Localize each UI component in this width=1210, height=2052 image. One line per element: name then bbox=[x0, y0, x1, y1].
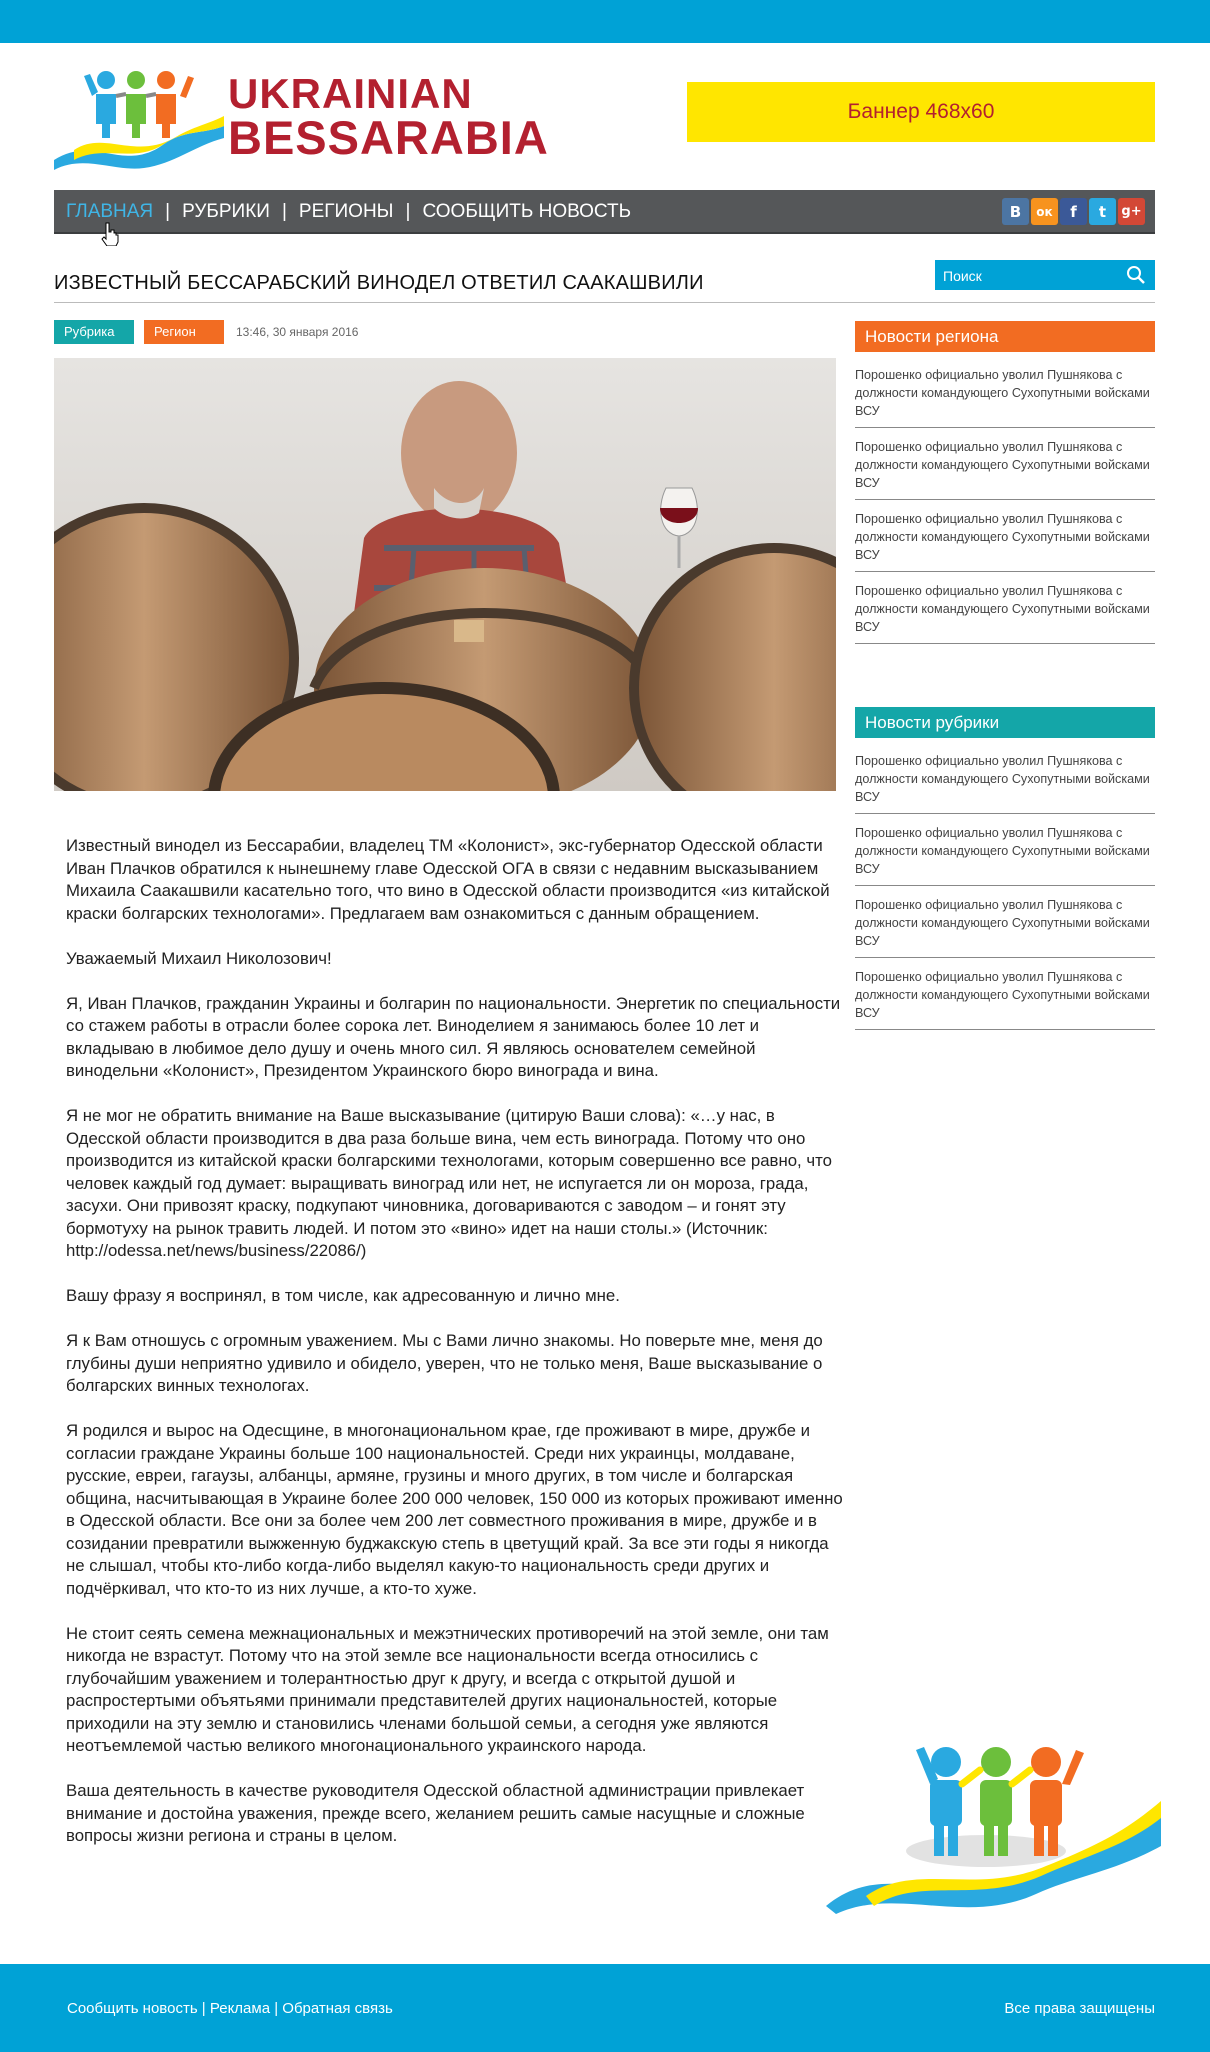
news-item[interactable]: Порошенко официально уволил Пушнякова с … bbox=[855, 510, 1155, 572]
title-divider bbox=[54, 302, 1155, 303]
region-tag[interactable]: Регион bbox=[144, 320, 224, 344]
news-item[interactable]: Порошенко официально уволил Пушнякова с … bbox=[855, 582, 1155, 644]
odnoklassniki-icon[interactable]: ок bbox=[1031, 198, 1058, 225]
footer-separator: | bbox=[197, 2000, 210, 2017]
people-emblem-icon bbox=[826, 1747, 1161, 1914]
article-paragraph: Я, Иван Плачков, гражданин Украины и бол… bbox=[66, 993, 841, 1081]
article-paragraph: Я родился и вырос на Одесщине, в многона… bbox=[66, 1421, 843, 1598]
footer-link-report-news[interactable]: Сообщить новость bbox=[67, 2000, 198, 2017]
logo-line2: BESSARABIA bbox=[228, 111, 549, 164]
logo-wordmark: UKRAINIAN BESSARABIA bbox=[228, 70, 549, 164]
footer-link-feedback[interactable]: Обратная связь bbox=[282, 2000, 393, 2017]
nav-separator: | bbox=[165, 201, 171, 222]
ad-banner-label: Баннер 468x60 bbox=[847, 100, 995, 123]
main-navbar: Главная | Рубрики | Регионы | Сообщить н… bbox=[54, 190, 1155, 234]
article-photo bbox=[54, 358, 836, 791]
logo-line1: UKRAINIAN bbox=[228, 70, 473, 117]
hand-cursor-icon bbox=[101, 222, 119, 246]
article-paragraph: Известный винодел из Бессарабии, владеле… bbox=[66, 836, 830, 923]
vk-icon[interactable]: В bbox=[1002, 198, 1029, 225]
social-links: В ок f t g+ bbox=[1002, 198, 1145, 225]
nav-item-regions[interactable]: Регионы bbox=[299, 201, 394, 223]
nav-item-home[interactable]: Главная bbox=[66, 201, 153, 223]
sidebar-rubric-news: Новости рубрики Порошенко официально уво… bbox=[855, 707, 1155, 1040]
nav-item-report-news[interactable]: Сообщить новость bbox=[422, 201, 631, 223]
news-item[interactable]: Порошенко официально уволил Пушнякова с … bbox=[855, 968, 1155, 1030]
region-news-heading: Новости региона bbox=[855, 321, 1155, 352]
footer-rights: Все права защищены bbox=[1004, 2000, 1155, 2017]
facebook-icon[interactable]: f bbox=[1060, 198, 1087, 225]
article-paragraph: Я к Вам отношусь с огромным уважением. М… bbox=[66, 1331, 823, 1395]
article-paragraph: Не стоит сеять семена межнациональных и … bbox=[66, 1623, 829, 1756]
footer-links: Сообщить новость | Реклама | Обратная св… bbox=[67, 2000, 393, 2017]
rubric-news-heading: Новости рубрики bbox=[855, 707, 1155, 738]
search-icon[interactable] bbox=[1125, 264, 1147, 286]
google-plus-icon[interactable]: g+ bbox=[1118, 198, 1145, 225]
sidebar-region-news: Новости региона Порошенко официально уво… bbox=[855, 321, 1155, 654]
news-item[interactable]: Порошенко официально уволил Пушнякова с … bbox=[855, 438, 1155, 500]
rubric-tag[interactable]: Рубрика 1 bbox=[54, 320, 134, 363]
nav-separator: | bbox=[281, 201, 287, 222]
article-meta: Рубрика 1 Регион 13:46, 30 января 2016 bbox=[54, 320, 359, 363]
nav-separator: | bbox=[405, 201, 411, 222]
footer-link-advertising[interactable]: Реклама bbox=[210, 2000, 270, 2017]
rubric-news-list: Порошенко официально уволил Пушнякова с … bbox=[855, 752, 1155, 1030]
article-date: 13:46, 30 января 2016 bbox=[236, 325, 359, 339]
site-logo[interactable]: UKRAINIAN BESSARABIA bbox=[54, 64, 548, 180]
article-title: Известный бессарабский винодел ответил С… bbox=[54, 272, 704, 294]
winemaker-photo bbox=[54, 358, 836, 791]
footer: Сообщить новость | Реклама | Обратная св… bbox=[0, 1964, 1210, 2052]
top-accent-strip bbox=[0, 0, 1210, 43]
news-item[interactable]: Порошенко официально уволил Пушнякова с … bbox=[855, 752, 1155, 814]
ad-banner[interactable]: Баннер 468x60 bbox=[687, 82, 1155, 142]
twitter-icon[interactable]: t bbox=[1089, 198, 1116, 225]
main-nav: Главная | Рубрики | Регионы | Сообщить н… bbox=[66, 190, 631, 234]
search-box bbox=[935, 260, 1155, 290]
article-paragraph: Вашу фразу я воспринял, в том числе, как… bbox=[66, 1286, 620, 1305]
article-paragraph: Я не мог не обратить внимание на Ваше вы… bbox=[66, 1106, 832, 1260]
article-paragraph: Ваша деятельность в качестве руководител… bbox=[66, 1781, 805, 1845]
article-paragraph: Уважаемый Михаил Николозович! bbox=[66, 948, 332, 968]
article-body: Известный винодел из Бессарабии, владеле… bbox=[66, 835, 846, 1870]
news-item[interactable]: Порошенко официально уволил Пушнякова с … bbox=[855, 896, 1155, 958]
region-news-list: Порошенко официально уволил Пушнякова с … bbox=[855, 366, 1155, 644]
footer-separator: | bbox=[270, 2000, 283, 2017]
news-item[interactable]: Порошенко официально уволил Пушнякова с … bbox=[855, 824, 1155, 886]
search-input[interactable] bbox=[941, 264, 1115, 288]
nav-item-rubrics[interactable]: Рубрики bbox=[182, 201, 270, 223]
news-item[interactable]: Порошенко официально уволил Пушнякова с … bbox=[855, 366, 1155, 428]
